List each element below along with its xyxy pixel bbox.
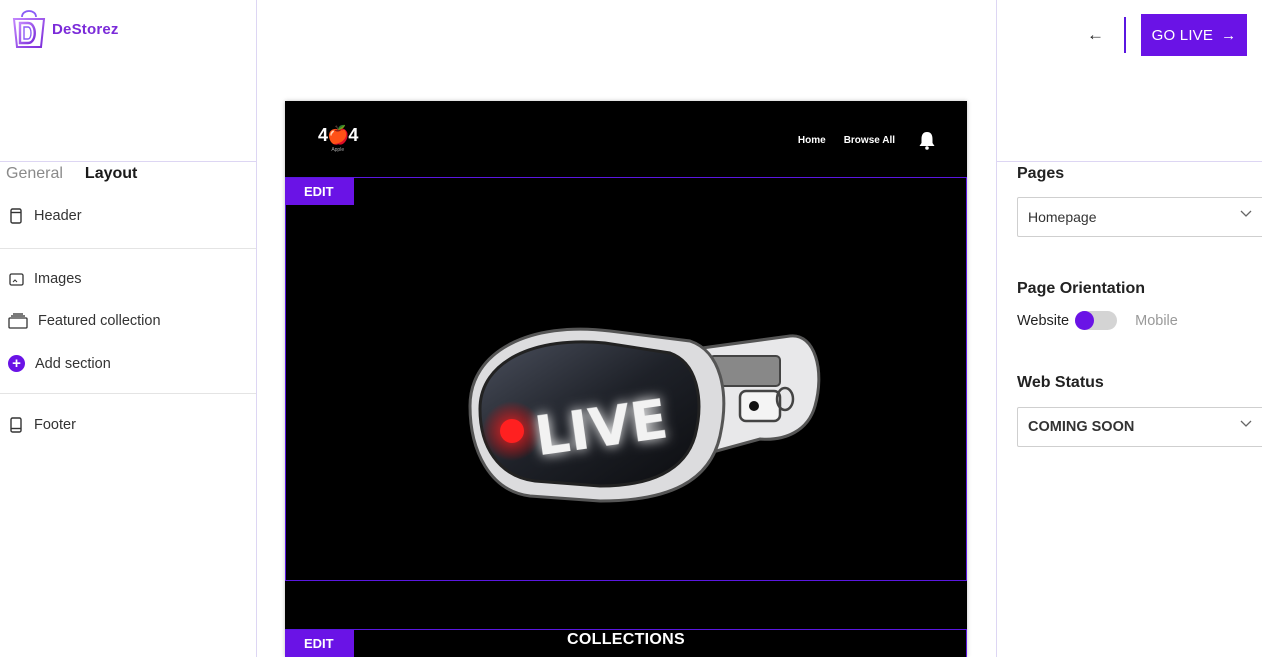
section-item-label: Footer — [34, 417, 76, 433]
preview-navbar: 4🍎4 Apple Home Browse All — [285, 101, 967, 177]
section-item-images[interactable]: Images — [8, 271, 82, 287]
section-item-header[interactable]: Header — [8, 208, 82, 224]
section-item-label: Images — [34, 271, 82, 287]
section-item-footer[interactable]: Footer — [8, 417, 76, 433]
shopping-bag-logo-icon — [12, 10, 46, 48]
arrow-right-icon: → — [1221, 26, 1237, 44]
top-actions: ← GO LIVE → — [1087, 14, 1247, 56]
section-item-featured-collection[interactable]: Featured collection — [8, 313, 161, 329]
orientation-toggle-row: Website Mobile — [1017, 311, 1178, 330]
brand-logo[interactable]: DeStorez — [10, 5, 119, 49]
right-divider — [997, 161, 1262, 162]
edit-hero-button[interactable]: EDIT — [285, 178, 354, 205]
go-live-button[interactable]: GO LIVE → — [1141, 14, 1247, 56]
orientation-toggle[interactable] — [1075, 311, 1118, 330]
arrow-left-icon[interactable]: ← — [1087, 25, 1104, 45]
left-tabs: General Layout — [6, 165, 137, 183]
pages-heading: Pages — [1017, 165, 1065, 182]
stack-icon — [8, 313, 28, 329]
toggle-knob — [1075, 311, 1095, 330]
chevron-down-icon — [1240, 420, 1252, 427]
left-divider — [0, 161, 257, 162]
collections-title: COLLECTIONS — [567, 631, 685, 648]
nav-link-home[interactable]: Home — [798, 135, 826, 146]
chevron-down-icon — [1240, 210, 1252, 217]
section-item-label: Header — [34, 208, 82, 224]
preview-logo[interactable]: 4🍎4 Apple — [318, 125, 358, 153]
section-separator — [0, 393, 256, 394]
plus-circle-icon: + — [8, 355, 25, 372]
section-item-label: Add section — [35, 355, 111, 372]
pages-select[interactable]: Homepage — [1017, 197, 1262, 237]
orientation-heading: Page Orientation — [1017, 280, 1146, 297]
hero-section-frame[interactable] — [285, 177, 967, 581]
brand-name: DeStorez — [52, 20, 119, 38]
image-icon — [8, 271, 24, 287]
phone-frame-icon — [8, 208, 24, 224]
nav-link-browse-all[interactable]: Browse All — [844, 135, 895, 146]
tab-general[interactable]: General — [6, 165, 63, 183]
section-item-label: Featured collection — [38, 313, 161, 329]
section-separator — [0, 248, 256, 249]
preview-nav-links: Home Browse All — [798, 135, 895, 146]
bell-icon[interactable] — [918, 131, 936, 150]
web-status-select[interactable]: COMING SOON — [1017, 407, 1262, 447]
toolbar-divider — [1124, 17, 1126, 53]
tab-layout[interactable]: Layout — [85, 165, 137, 183]
web-status-heading: Web Status — [1017, 374, 1104, 391]
app-root: DeStorez General Layout Header Images Fe… — [0, 0, 1262, 657]
add-section-button[interactable]: + Add section — [8, 355, 111, 372]
orientation-option-mobile[interactable]: Mobile — [1135, 313, 1178, 329]
phone-frame-icon — [8, 417, 24, 433]
orientation-option-website[interactable]: Website — [1017, 313, 1069, 329]
